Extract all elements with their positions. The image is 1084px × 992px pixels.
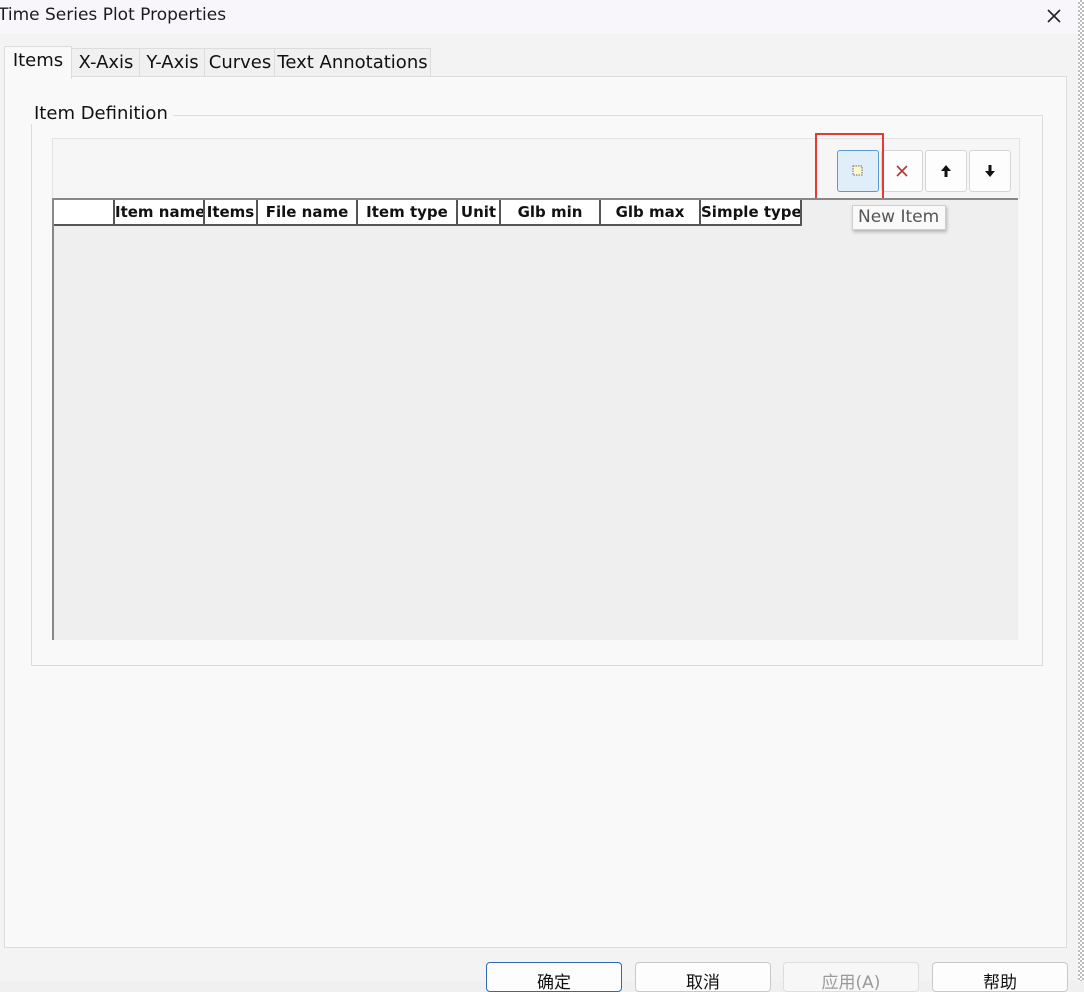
apply-button-label: 应用(A) xyxy=(821,973,881,992)
column-header-item-type[interactable]: Item type xyxy=(358,200,458,226)
column-header-glb-min[interactable]: Glb min xyxy=(501,200,601,226)
dialog-window: Time Series Plot Properties Items X-Axis… xyxy=(0,0,1079,992)
delete-x-icon xyxy=(896,165,908,177)
items-table-header: Item name Items File name Item type Unit… xyxy=(54,200,802,227)
background-strip xyxy=(1078,0,1084,981)
column-header-file-name[interactable]: File name xyxy=(258,200,358,226)
title-bar: Time Series Plot Properties xyxy=(0,0,1078,34)
tab-y-axis[interactable]: Y-Axis xyxy=(139,48,206,77)
item-definition-label: Item Definition xyxy=(30,103,173,124)
help-button[interactable]: 帮助 xyxy=(932,962,1068,992)
column-header-simple-type[interactable]: Simple type xyxy=(701,200,802,226)
window-title: Time Series Plot Properties xyxy=(0,5,227,25)
ok-button[interactable]: 确定 xyxy=(486,962,622,992)
move-down-button[interactable] xyxy=(969,150,1011,192)
dialog-buttons: 确定 取消 应用(A) 帮助 xyxy=(0,946,1078,992)
new-item-icon xyxy=(852,165,863,176)
column-header-corner xyxy=(54,200,115,226)
items-table[interactable]: Item name Items File name Item type Unit… xyxy=(52,198,1018,640)
tab-text-annotations[interactable]: Text Annotations xyxy=(274,48,431,77)
move-up-button[interactable] xyxy=(925,150,967,192)
tab-items[interactable]: Items xyxy=(4,46,72,79)
column-header-unit[interactable]: Unit xyxy=(458,200,501,226)
close-button[interactable] xyxy=(1040,3,1068,29)
arrow-up-icon xyxy=(941,165,951,177)
tab-curves[interactable]: Curves xyxy=(204,48,276,77)
delete-item-button[interactable] xyxy=(881,150,923,192)
new-item-button[interactable] xyxy=(837,150,879,192)
close-icon xyxy=(1047,9,1061,23)
apply-button: 应用(A) xyxy=(783,962,919,992)
column-header-item-name[interactable]: Item name xyxy=(115,200,205,226)
ok-button-label: 确定 xyxy=(537,973,571,992)
column-header-items[interactable]: Items xyxy=(205,200,258,226)
cancel-button[interactable]: 取消 xyxy=(635,962,771,992)
arrow-down-icon xyxy=(985,165,995,177)
new-item-tooltip: New Item xyxy=(852,205,947,230)
cancel-button-label: 取消 xyxy=(686,973,720,992)
help-button-label: 帮助 xyxy=(983,973,1017,992)
tab-x-axis[interactable]: X-Axis xyxy=(71,48,141,77)
column-header-glb-max[interactable]: Glb max xyxy=(601,200,701,226)
